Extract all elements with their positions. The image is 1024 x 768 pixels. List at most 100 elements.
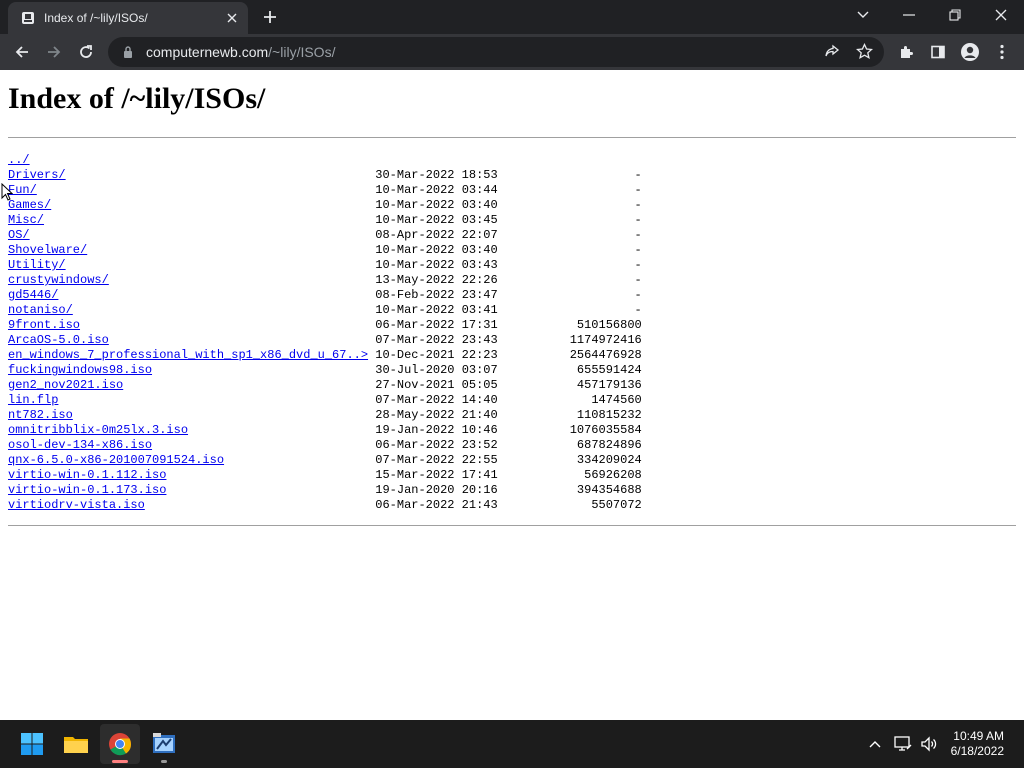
file-link[interactable]: en_windows_7_professional_with_sp1_x86_d… [8, 348, 368, 362]
tab-title: Index of /~lily/ISOs/ [44, 11, 148, 25]
tab-search-icon[interactable] [840, 0, 886, 30]
show-hidden-icons-icon[interactable] [864, 732, 886, 756]
minimize-button[interactable] [886, 0, 932, 30]
close-tab-icon[interactable] [220, 6, 244, 30]
file-link[interactable]: virtio-win-0.1.112.iso [8, 468, 166, 482]
volume-icon[interactable] [918, 732, 940, 756]
directory-link[interactable]: gd5446/ [8, 288, 58, 302]
file-size: 1076035584 [569, 423, 642, 437]
modified-date: 10-Mar-2022 03:40 [375, 243, 498, 257]
file-row: Fun/ 10-Mar-2022 03:44 - [8, 183, 642, 198]
url-host: computernewb.com [146, 44, 269, 60]
system-clock[interactable]: 10:49 AM 6/18/2022 [951, 729, 1004, 759]
extensions-icon[interactable] [892, 38, 920, 66]
column-padding [145, 498, 375, 512]
directory-link[interactable]: Utility/ [8, 258, 66, 272]
file-size: 56926208 [584, 468, 642, 482]
file-size: 5507072 [591, 498, 642, 512]
file-link[interactable]: virtiodrv-vista.iso [8, 498, 145, 512]
file-link[interactable]: virtio-win-0.1.173.iso [8, 483, 166, 497]
column-padding [123, 378, 375, 392]
file-link[interactable]: gen2_nov2021.iso [8, 378, 123, 392]
back-button[interactable] [8, 38, 36, 66]
file-size: 110815232 [576, 408, 642, 422]
modified-date: 19-Jan-2022 10:46 [375, 423, 498, 437]
file-link[interactable]: ArcaOS-5.0.iso [8, 333, 109, 347]
browser-toolbar: computernewb.com/~lily/ISOs/ [0, 34, 1024, 70]
file-link[interactable]: lin.flp [8, 393, 58, 407]
file-row: Shovelware/ 10-Mar-2022 03:40 - [8, 243, 642, 258]
file-row: nt782.iso 28-May-2022 21:40 110815232 [8, 408, 642, 423]
file-size: - [634, 288, 642, 302]
file-link[interactable]: 9front.iso [8, 318, 80, 332]
directory-link[interactable]: Misc/ [8, 213, 44, 227]
modified-date: 08-Apr-2022 22:07 [375, 228, 498, 242]
directory-link[interactable]: Drivers/ [8, 168, 66, 182]
file-link[interactable]: osol-dev-134-x86.iso [8, 438, 152, 452]
directory-link[interactable]: Games/ [8, 198, 51, 212]
file-explorer-button[interactable] [56, 724, 96, 764]
file-size: - [634, 303, 642, 317]
browser-tab[interactable]: Index of /~lily/ISOs/ [8, 2, 248, 34]
column-padding [109, 333, 375, 347]
file-size: - [634, 228, 642, 242]
column-padding [498, 258, 635, 272]
file-link[interactable]: omnitribblix-0m25lx.3.iso [8, 423, 188, 437]
network-tool-button[interactable] [144, 724, 184, 764]
lock-icon[interactable] [120, 44, 136, 60]
restore-button[interactable] [932, 0, 978, 30]
file-link[interactable]: qnx-6.5.0-x86-201007091524.iso [8, 453, 224, 467]
start-button[interactable] [12, 724, 52, 764]
file-size: - [634, 168, 642, 182]
directory-link[interactable]: Shovelware/ [8, 243, 87, 257]
file-size: 2564476928 [569, 348, 642, 362]
file-row: osol-dev-134-x86.iso 06-Mar-2022 23:52 6… [8, 438, 642, 453]
file-size: - [634, 243, 642, 257]
modified-date: 15-Mar-2022 17:41 [375, 468, 498, 482]
modified-date: 30-Mar-2022 18:53 [375, 168, 498, 182]
column-padding [73, 408, 375, 422]
close-window-button[interactable] [978, 0, 1024, 30]
modified-date: 10-Mar-2022 03:40 [375, 198, 498, 212]
file-size: - [634, 258, 642, 272]
file-link[interactable]: nt782.iso [8, 408, 73, 422]
network-icon[interactable] [892, 732, 914, 756]
file-explorer-icon [64, 737, 88, 753]
file-size: 1174972416 [569, 333, 642, 347]
column-padding [73, 303, 375, 317]
file-row: virtio-win-0.1.173.iso 19-Jan-2020 20:16… [8, 483, 642, 498]
forward-button[interactable] [40, 38, 68, 66]
directory-link[interactable]: notaniso/ [8, 303, 73, 317]
reload-button[interactable] [72, 38, 100, 66]
file-size: 655591424 [576, 363, 642, 377]
column-padding [58, 288, 375, 302]
directory-link[interactable]: crustywindows/ [8, 273, 109, 287]
file-row: OS/ 08-Apr-2022 22:07 - [8, 228, 642, 243]
file-size: - [634, 213, 642, 227]
column-padding [498, 468, 584, 482]
share-icon[interactable] [824, 44, 840, 65]
menu-kebab-icon[interactable] [988, 38, 1016, 66]
column-padding [166, 483, 375, 497]
parent-row: ../ [8, 153, 642, 168]
file-row: gen2_nov2021.iso 27-Nov-2021 05:05 45717… [8, 378, 642, 393]
file-row: fuckingwindows98.iso 30-Jul-2020 03:07 6… [8, 363, 642, 378]
side-panel-icon[interactable] [924, 38, 952, 66]
column-padding [109, 273, 375, 287]
file-size: 1474560 [591, 393, 642, 407]
bookmark-star-icon[interactable] [855, 42, 874, 65]
modified-date: 06-Mar-2022 23:52 [375, 438, 498, 452]
file-row: en_windows_7_professional_with_sp1_x86_d… [8, 348, 642, 363]
file-link[interactable]: fuckingwindows98.iso [8, 363, 152, 377]
new-tab-button[interactable] [258, 5, 282, 29]
profile-avatar-icon[interactable] [956, 38, 984, 66]
file-row: Games/ 10-Mar-2022 03:40 - [8, 198, 642, 213]
parent-directory-link[interactable]: ../ [8, 153, 30, 167]
directory-link[interactable]: OS/ [8, 228, 30, 242]
column-padding [44, 213, 375, 227]
modified-date: 10-Mar-2022 03:41 [375, 303, 498, 317]
chrome-taskbar-button[interactable] [100, 724, 140, 764]
top-divider [8, 137, 1016, 138]
file-size: 394354688 [576, 483, 642, 497]
address-bar[interactable]: computernewb.com/~lily/ISOs/ [108, 37, 884, 67]
